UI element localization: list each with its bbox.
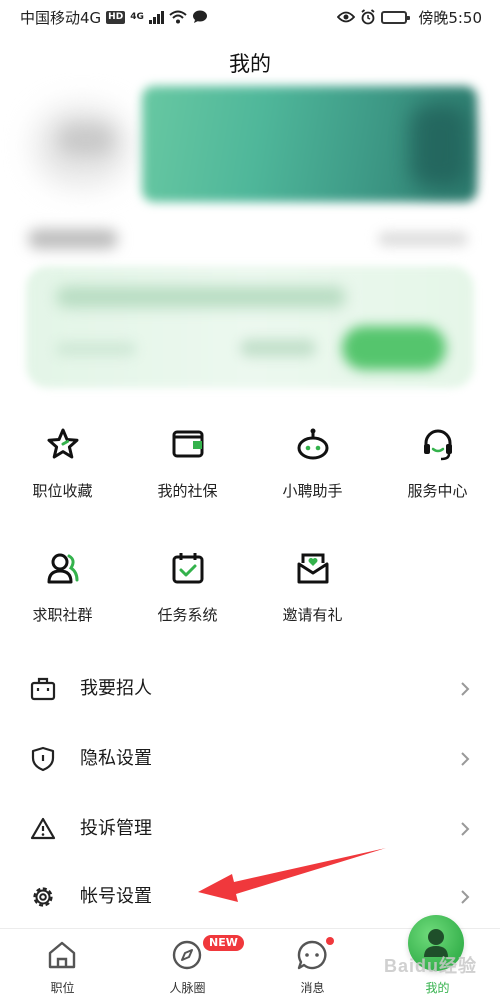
menu-item-recruit[interactable]: 我要招人 [0, 654, 500, 724]
status-right: 傍晚5:50 [337, 7, 482, 28]
user-name-blurred [28, 229, 118, 249]
status-left: 中国移动4G HD 4G [20, 7, 208, 28]
chevron-right-icon [461, 822, 470, 836]
promo-banner-figure [410, 104, 468, 188]
carrier-label: 中国移动4G [20, 8, 102, 27]
menu-item-label: 帐号设置 [80, 886, 152, 907]
hd-badge: HD [106, 10, 126, 24]
grid-item-job-favorites[interactable]: 职位收藏 [0, 424, 125, 501]
home-icon [48, 941, 76, 969]
briefcase-icon [30, 677, 56, 701]
chevron-right-icon [461, 752, 470, 766]
alarm-icon [361, 9, 375, 25]
headset-icon [418, 424, 458, 464]
grid-item-task-system[interactable]: 任务系统 [125, 548, 250, 625]
eye-icon [337, 11, 356, 23]
gift-envelope-icon [293, 548, 333, 588]
status-bar: 中国移动4G HD 4G 傍晚5:50 [0, 0, 500, 34]
chat-icon [297, 940, 327, 970]
resume-card-meta-blurred [240, 339, 316, 357]
menu-item-label: 我要招人 [80, 678, 152, 699]
tab-label: 职位 [50, 981, 75, 995]
warning-icon [30, 817, 56, 840]
tab-jobs[interactable]: 职位 [0, 929, 125, 1000]
grid-item-label: 我的社保 [157, 482, 218, 500]
resume-card-title-blurred [56, 286, 346, 308]
chevron-right-icon [461, 890, 470, 904]
tab-network[interactable]: NEW 人脉圈 [125, 929, 250, 1000]
star-icon [43, 424, 83, 464]
new-badge: NEW [203, 935, 244, 951]
quick-grid-row-2: 求职社群 任务系统 邀请有礼 [0, 548, 500, 625]
grid-item-label: 小聘助手 [282, 482, 343, 500]
message-bubble-icon [192, 10, 207, 23]
grid-item-assistant[interactable]: 小聘助手 [250, 424, 375, 501]
menu-item-privacy[interactable]: 隐私设置 [0, 724, 500, 794]
calendar-check-icon [168, 548, 208, 588]
clock: 傍晚5:50 [418, 8, 482, 27]
blurred-profile-area [0, 84, 500, 392]
grid-item-label: 求职社群 [32, 606, 93, 624]
tab-messages[interactable]: 消息 [250, 929, 375, 1000]
signal-icon [148, 10, 164, 24]
grid-item-label: 邀请有礼 [282, 606, 343, 624]
grid-item-invite-reward[interactable]: 邀请有礼 [250, 548, 375, 625]
grid-item-label: 任务系统 [157, 606, 218, 624]
compass-icon [172, 940, 202, 970]
people-icon [43, 548, 83, 588]
wallet-icon [168, 424, 208, 464]
page-title: 我的 [229, 52, 271, 76]
wifi-icon [169, 10, 187, 24]
grid-item-label: 职位收藏 [32, 482, 93, 500]
gear-icon [33, 887, 53, 907]
robot-icon [293, 424, 333, 464]
shield-icon [31, 746, 55, 772]
tab-label: 人脉圈 [169, 981, 206, 995]
grid-item-job-community[interactable]: 求职社群 [0, 548, 125, 625]
network-type: 4G [130, 12, 144, 22]
resume-card-subtitle-blurred [56, 342, 136, 356]
menu-item-label: 投诉管理 [80, 818, 152, 839]
annotation-arrow [198, 848, 386, 902]
battery-icon [381, 10, 411, 24]
quick-grid-row-1: 职位收藏 我的社保 小聘助手 服务中心 [0, 424, 500, 501]
menu-item-label: 隐私设置 [80, 748, 152, 769]
unread-dot [326, 937, 334, 945]
profile-link-blurred[interactable] [378, 232, 468, 246]
tab-label: 我的 [425, 981, 450, 995]
watermark: Baidu经验 [384, 956, 478, 976]
avatar-center [58, 124, 114, 156]
grid-item-service-center[interactable]: 服务中心 [375, 424, 500, 501]
tab-label: 消息 [300, 981, 325, 995]
grid-item-social-security[interactable]: 我的社保 [125, 424, 250, 501]
grid-item-label: 服务中心 [407, 482, 468, 500]
resume-card-button[interactable] [342, 326, 446, 370]
chevron-right-icon [461, 682, 470, 696]
